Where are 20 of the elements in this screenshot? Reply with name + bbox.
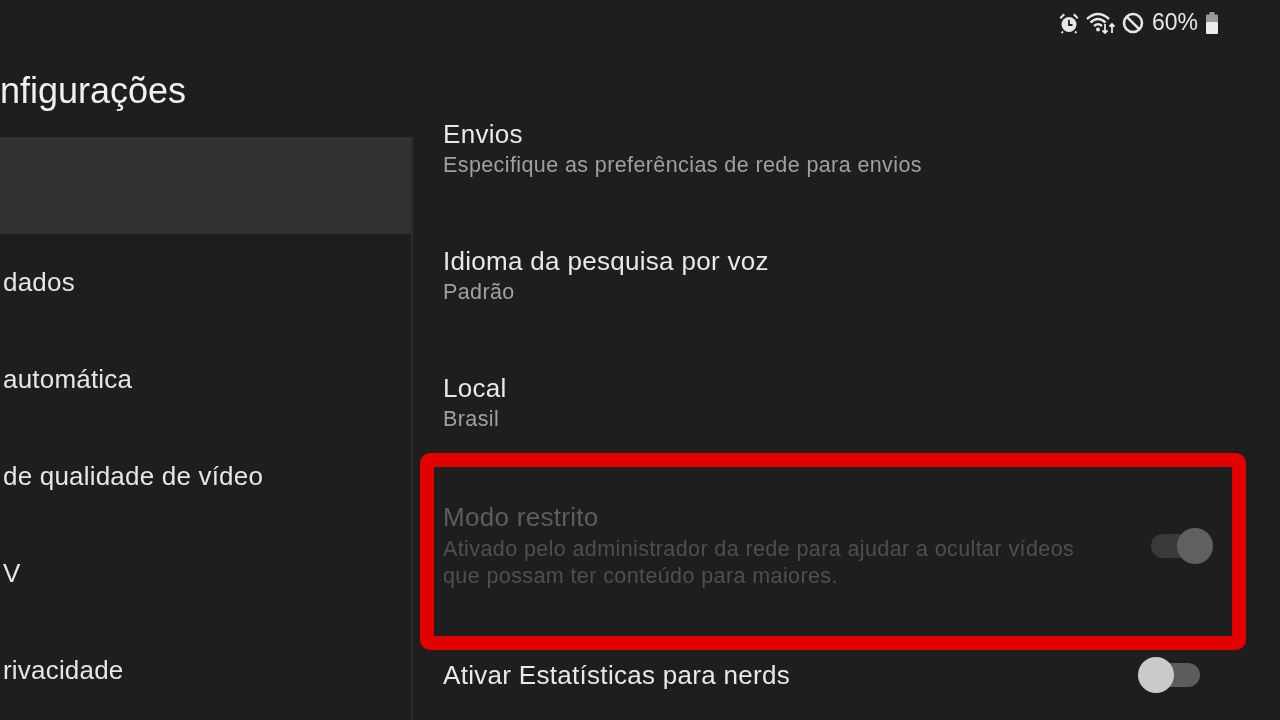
sidebar-item[interactable]: rivacidade [0, 622, 411, 719]
sidebar-item[interactable]: dados [0, 234, 411, 331]
setting-subtitle: Brasil [443, 406, 501, 433]
sidebar-item[interactable]: V [0, 525, 411, 622]
setting-title: Modo restrito [443, 501, 600, 533]
setting-title: Idioma da pesquisa por voz [443, 245, 769, 277]
setting-title: Local [443, 372, 507, 404]
sidebar-item[interactable]: de qualidade de vídeo [0, 428, 411, 525]
prohibition-icon [1121, 11, 1144, 34]
setting-subtitle: Padrão [443, 279, 516, 306]
battery-percentage: 60% [1151, 9, 1198, 36]
battery-icon [1206, 11, 1218, 34]
setting-subtitle: Especifique as preferências de rede para envios [443, 152, 922, 179]
page-title: nfigurações [0, 70, 187, 112]
wifi-icon [1085, 11, 1116, 34]
sidebar-item[interactable]: automática [0, 331, 411, 428]
toggle-switch[interactable] [1138, 657, 1200, 693]
setting-title: Ativar Estatísticas para nerds [443, 659, 791, 691]
alarm-clock-icon [1057, 11, 1080, 34]
setting-title: Envios [443, 118, 524, 150]
